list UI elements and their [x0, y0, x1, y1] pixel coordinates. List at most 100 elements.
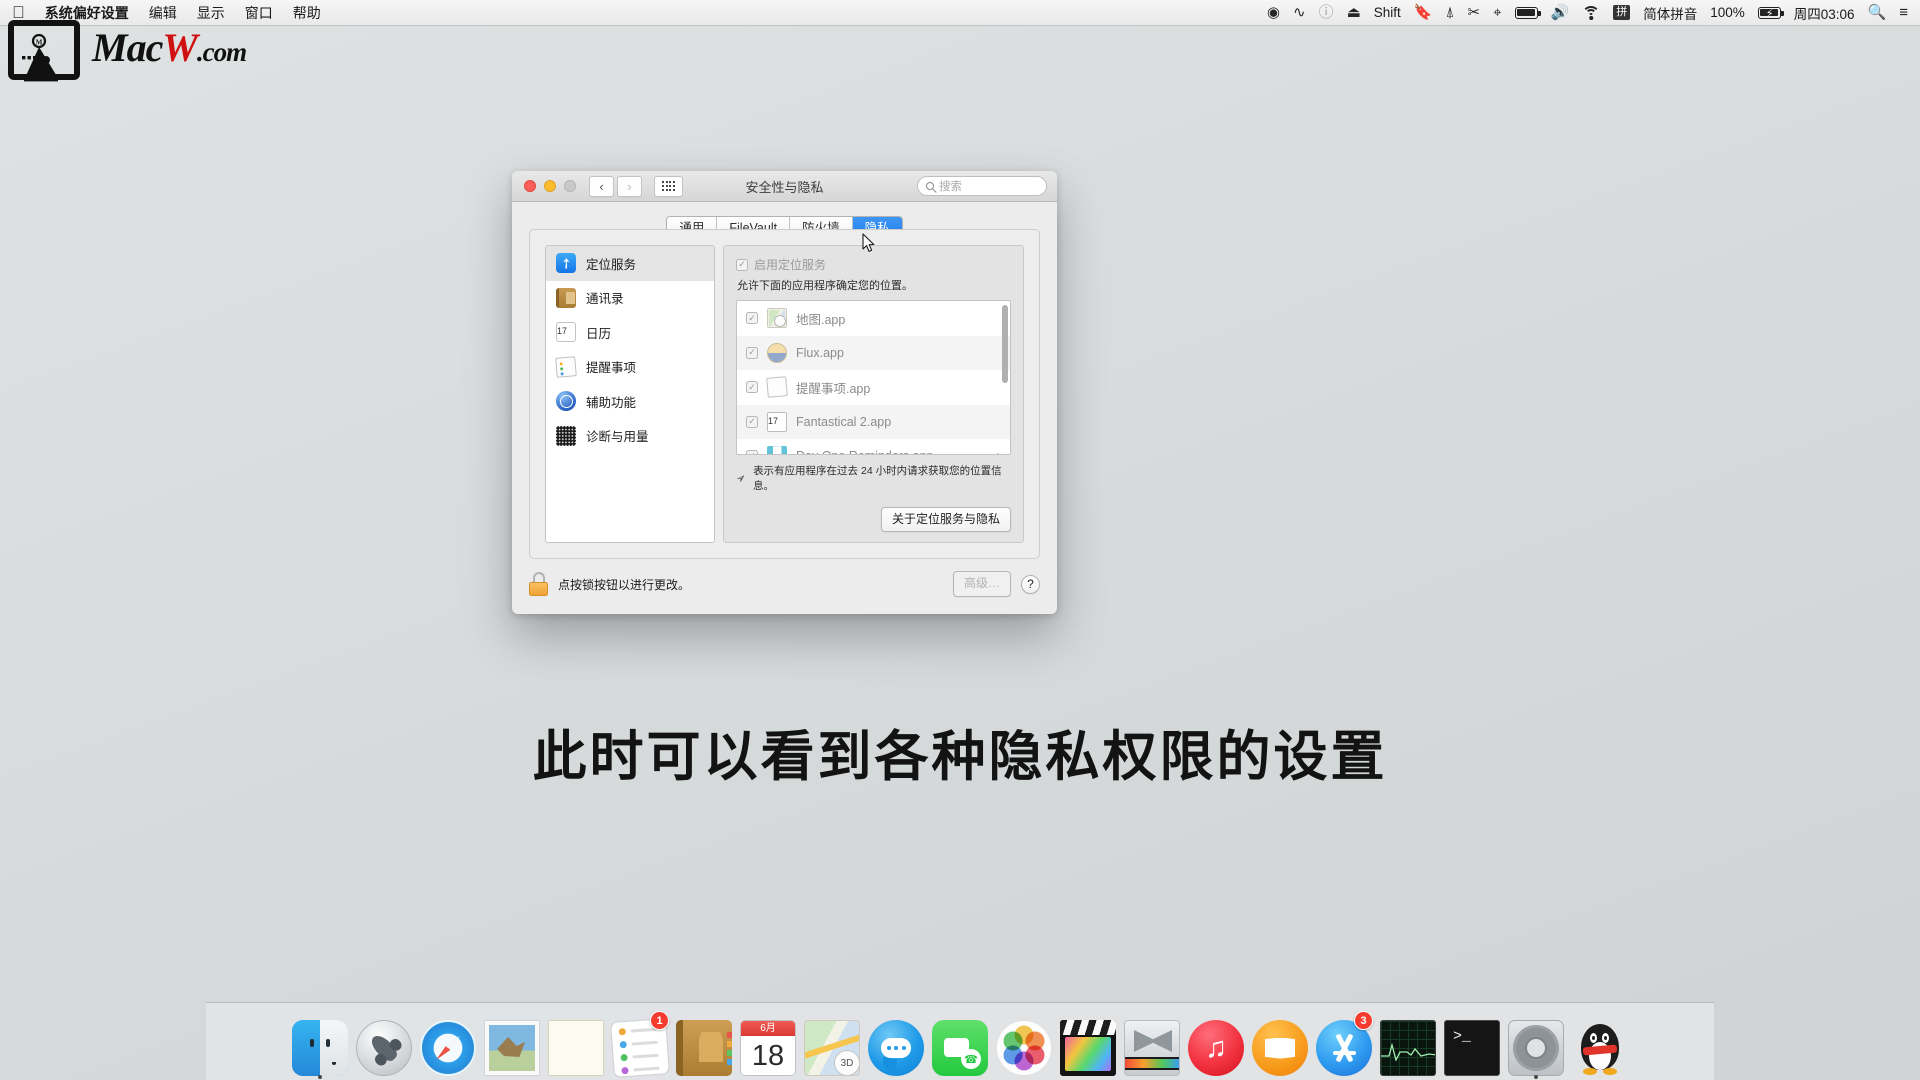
app-list-row[interactable]: ✓ 地图.app — [737, 301, 1010, 336]
lock-closed-icon[interactable] — [529, 572, 548, 596]
location-services-icon — [556, 253, 576, 274]
enable-location-services-row[interactable]: ✓ 启用定位服务 — [736, 256, 1011, 273]
watermark-figure-icon: M — [22, 34, 58, 82]
dock-item-itunes[interactable]: ♫ — [1185, 1012, 1247, 1076]
scissors-icon[interactable]: ✂ — [1468, 5, 1481, 20]
menu-item-help[interactable]: 帮助 — [293, 3, 321, 23]
notification-center-icon[interactable]: ≡ — [1899, 5, 1908, 20]
app-list-scrollbar[interactable] — [1002, 305, 1008, 383]
volume-icon[interactable]: 🔊 — [1551, 5, 1570, 20]
location-services-detail-pane: ✓ 启用定位服务 允许下面的应用程序确定您的位置。 ✓ 地图.app ✓ Flu… — [723, 245, 1024, 543]
recent-location-arrow-icon: ➢ — [989, 448, 1004, 454]
dock-item-contacts[interactable] — [673, 1012, 735, 1076]
airdrop-waves-icon[interactable]: ∿ — [1293, 5, 1306, 20]
location-app-list[interactable]: ✓ 地图.app ✓ Flux.app ✓ 提醒事项.app ✓ 17 Fant… — [736, 300, 1011, 455]
window-title-bar[interactable]: ‹ › 安全性与隐私 搜索 — [512, 171, 1057, 202]
window-bottom-bar: 点按锁按钮以进行更改。 高级… ? — [529, 567, 1040, 601]
navigation-buttons: ‹ › — [589, 175, 642, 197]
menu-item-edit[interactable]: 编辑 — [149, 3, 177, 23]
wifi-icon[interactable] — [1582, 5, 1601, 20]
dock-item-reminders[interactable]: 1 — [609, 1011, 671, 1078]
accessibility-icon — [556, 391, 576, 412]
sidebar-item-label: 通讯录 — [586, 292, 624, 307]
sidebar-item-calendar[interactable]: 17 日历 — [546, 315, 714, 350]
apple-logo-icon[interactable]:  — [12, 4, 25, 21]
dock-item-maps[interactable]: 3D — [801, 1012, 863, 1076]
dock-item-notes[interactable] — [545, 1012, 607, 1076]
activity-monitor-icon — [1380, 1020, 1436, 1076]
sidebar-item-location-services[interactable]: 定位服务 — [546, 246, 714, 281]
location-description: 允许下面的应用程序确定您的位置。 — [737, 280, 913, 292]
caption-text: 此时可以看到各种隐私权限的设置 — [532, 725, 1388, 788]
search-input[interactable]: 搜索 — [917, 176, 1047, 196]
record-circle-icon[interactable]: ◉ — [1267, 5, 1280, 20]
calendar-icon-day: 17 — [557, 326, 568, 337]
dock-item-ibooks[interactable] — [1249, 1012, 1311, 1076]
input-method-label[interactable]: 简体拼音 — [1643, 3, 1697, 23]
sidebar-item-reminders[interactable]: 提醒事项 — [546, 350, 714, 386]
menu-item-view[interactable]: 显示 — [197, 3, 225, 23]
bookmark-icon[interactable]: 🔖 — [1414, 5, 1433, 20]
calendar-month: 6月 — [741, 1021, 795, 1036]
safari-icon — [420, 1020, 476, 1076]
show-all-button[interactable] — [654, 175, 683, 197]
traffic-lights — [512, 180, 576, 192]
sidebar-item-label: 诊断与用量 — [586, 430, 649, 445]
forward-button[interactable]: › — [617, 175, 642, 197]
sidebar-item-diagnostics[interactable]: 诊断与用量 — [546, 419, 714, 454]
zoom-button[interactable] — [564, 180, 576, 192]
sidebar-item-contacts[interactable]: 通讯录 — [546, 281, 714, 316]
recent-usage-note: ➢ 表示有应用程序在过去 24 小时内请求获取您的位置信息。 — [733, 463, 1011, 493]
app-checkbox[interactable]: ✓ — [746, 415, 758, 428]
app-checkbox[interactable]: ✓ — [746, 346, 758, 359]
privacy-category-list[interactable]: 定位服务 通讯录 17 日历 提醒事项 — [545, 245, 715, 543]
app-list-row[interactable]: ✓ Flux.app — [737, 335, 1010, 370]
dock-item-finder[interactable] — [289, 1012, 351, 1079]
dock-item-safari[interactable] — [417, 1012, 479, 1076]
sidebar-item-label: 定位服务 — [586, 257, 637, 272]
grid-dots-icon — [662, 181, 675, 191]
sidebar-item-accessibility[interactable]: 辅助功能 — [546, 384, 714, 419]
help-button[interactable]: ? — [1021, 574, 1040, 594]
qq-icon — [1572, 1020, 1628, 1076]
dock-item-photos[interactable] — [993, 1012, 1055, 1076]
dock-item-terminal[interactable]: >_ — [1441, 1012, 1503, 1076]
advanced-button[interactable]: 高级… — [952, 571, 1011, 597]
app-checkbox[interactable]: ✓ — [746, 312, 758, 325]
dock-item-messages[interactable] — [865, 1012, 927, 1076]
dock-item-activity-monitor[interactable] — [1377, 1012, 1439, 1076]
input-method-badge[interactable]: 拼 — [1613, 4, 1631, 21]
bluetooth-icon[interactable]: ⌖ — [1493, 5, 1501, 20]
dock-item-app-store[interactable]: 3 — [1313, 1011, 1375, 1076]
about-location-services-button[interactable]: 关于定位服务与隐私 — [880, 506, 1011, 532]
display-mirror-icon[interactable]: ⍋ — [1445, 5, 1454, 20]
menu-item-window[interactable]: 窗口 — [245, 3, 273, 23]
app-checkbox[interactable]: ✓ — [746, 450, 758, 454]
dock-item-qq[interactable] — [1569, 1012, 1631, 1076]
close-button[interactable] — [524, 180, 536, 192]
eject-icon[interactable]: ⏏ — [1347, 5, 1361, 20]
app-checkbox[interactable]: ✓ — [746, 381, 758, 394]
back-button[interactable]: ‹ — [589, 175, 614, 197]
battery-icon[interactable] — [1514, 6, 1541, 19]
battery-charging-icon[interactable]: ⚡ — [1757, 6, 1784, 20]
reminders-icon — [555, 355, 577, 386]
final-cut-pro-icon — [1060, 1020, 1116, 1076]
dock-item-launchpad[interactable] — [353, 1012, 415, 1076]
menu-item-system-preferences[interactable]: 系统偏好设置 — [45, 3, 129, 23]
dock-item-final-cut-pro[interactable] — [1057, 1012, 1119, 1076]
app-list-row[interactable]: ✓ Day One Reminders.app ➢ — [737, 439, 1010, 454]
dropbox-d-icon[interactable]: ⓘ — [1319, 5, 1334, 20]
battery-percent[interactable]: 100% — [1710, 5, 1745, 20]
dock-item-imovie[interactable] — [1121, 1012, 1183, 1076]
app-list-row[interactable]: ✓ 提醒事项.app — [737, 370, 1010, 405]
dock-item-facetime[interactable]: ☎ — [929, 1012, 991, 1076]
dock-item-mail[interactable] — [481, 1012, 543, 1076]
minimize-button[interactable] — [544, 180, 556, 192]
enable-location-services-checkbox[interactable]: ✓ — [736, 258, 748, 271]
app-list-row[interactable]: ✓ 17 Fantastical 2.app — [737, 404, 1010, 439]
dock-item-calendar[interactable]: 6月 18 — [737, 1012, 799, 1076]
dock-item-system-preferences[interactable] — [1505, 1012, 1567, 1079]
clock[interactable]: 周四03:06 — [1794, 3, 1855, 23]
spotlight-search-icon[interactable]: 🔍 — [1868, 5, 1887, 20]
